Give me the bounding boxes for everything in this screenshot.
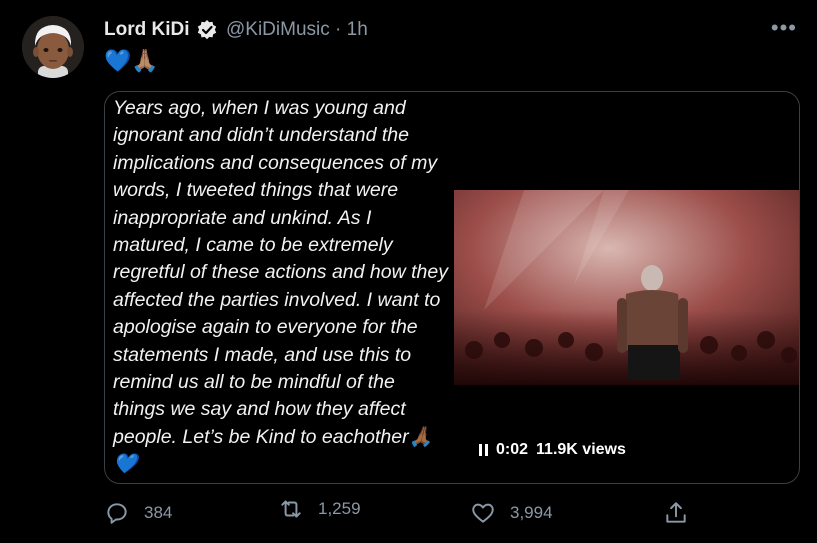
like-button[interactable]: 3,994 xyxy=(470,500,553,526)
video-views: 11.9K views xyxy=(536,441,626,458)
video-overlay: 0:02 11.9K views xyxy=(479,441,626,459)
retweet-button[interactable]: 1,259 xyxy=(278,496,361,522)
handle-line: @KiDiMusic · 1h xyxy=(226,19,368,41)
user-handle[interactable]: @KiDiMusic xyxy=(226,19,330,40)
statement-text: Years ago, when I was young and ignorant… xyxy=(113,97,448,476)
video-frame xyxy=(454,190,799,385)
reply-button[interactable]: 384 xyxy=(104,500,172,526)
action-bar: 384 1,259 3,994 xyxy=(104,499,704,530)
tweet-time[interactable]: 1h xyxy=(347,19,368,40)
share-button[interactable] xyxy=(663,500,689,526)
video-time: 0:02 xyxy=(496,441,529,458)
media-card[interactable]: Years ago, when I was young and ignorant… xyxy=(104,91,800,484)
separator: · xyxy=(335,19,342,40)
tweet-text: 💙🙏🏽 xyxy=(104,48,159,73)
avatar-image xyxy=(22,16,84,78)
more-horizontal-icon[interactable]: ••• xyxy=(771,15,797,41)
display-name[interactable]: Lord KiDi xyxy=(104,19,190,41)
avatar[interactable] xyxy=(22,16,84,78)
share-icon xyxy=(666,502,686,523)
retweet-icon xyxy=(281,500,301,518)
reply-icon xyxy=(107,503,127,524)
retweet-count: 1,259 xyxy=(318,499,361,518)
pause-icon[interactable] xyxy=(479,444,488,456)
like-count: 3,994 xyxy=(510,503,553,522)
video-player[interactable] xyxy=(454,190,799,385)
verified-badge-icon xyxy=(197,20,217,40)
heart-icon xyxy=(472,503,494,523)
reply-count: 384 xyxy=(144,503,173,522)
